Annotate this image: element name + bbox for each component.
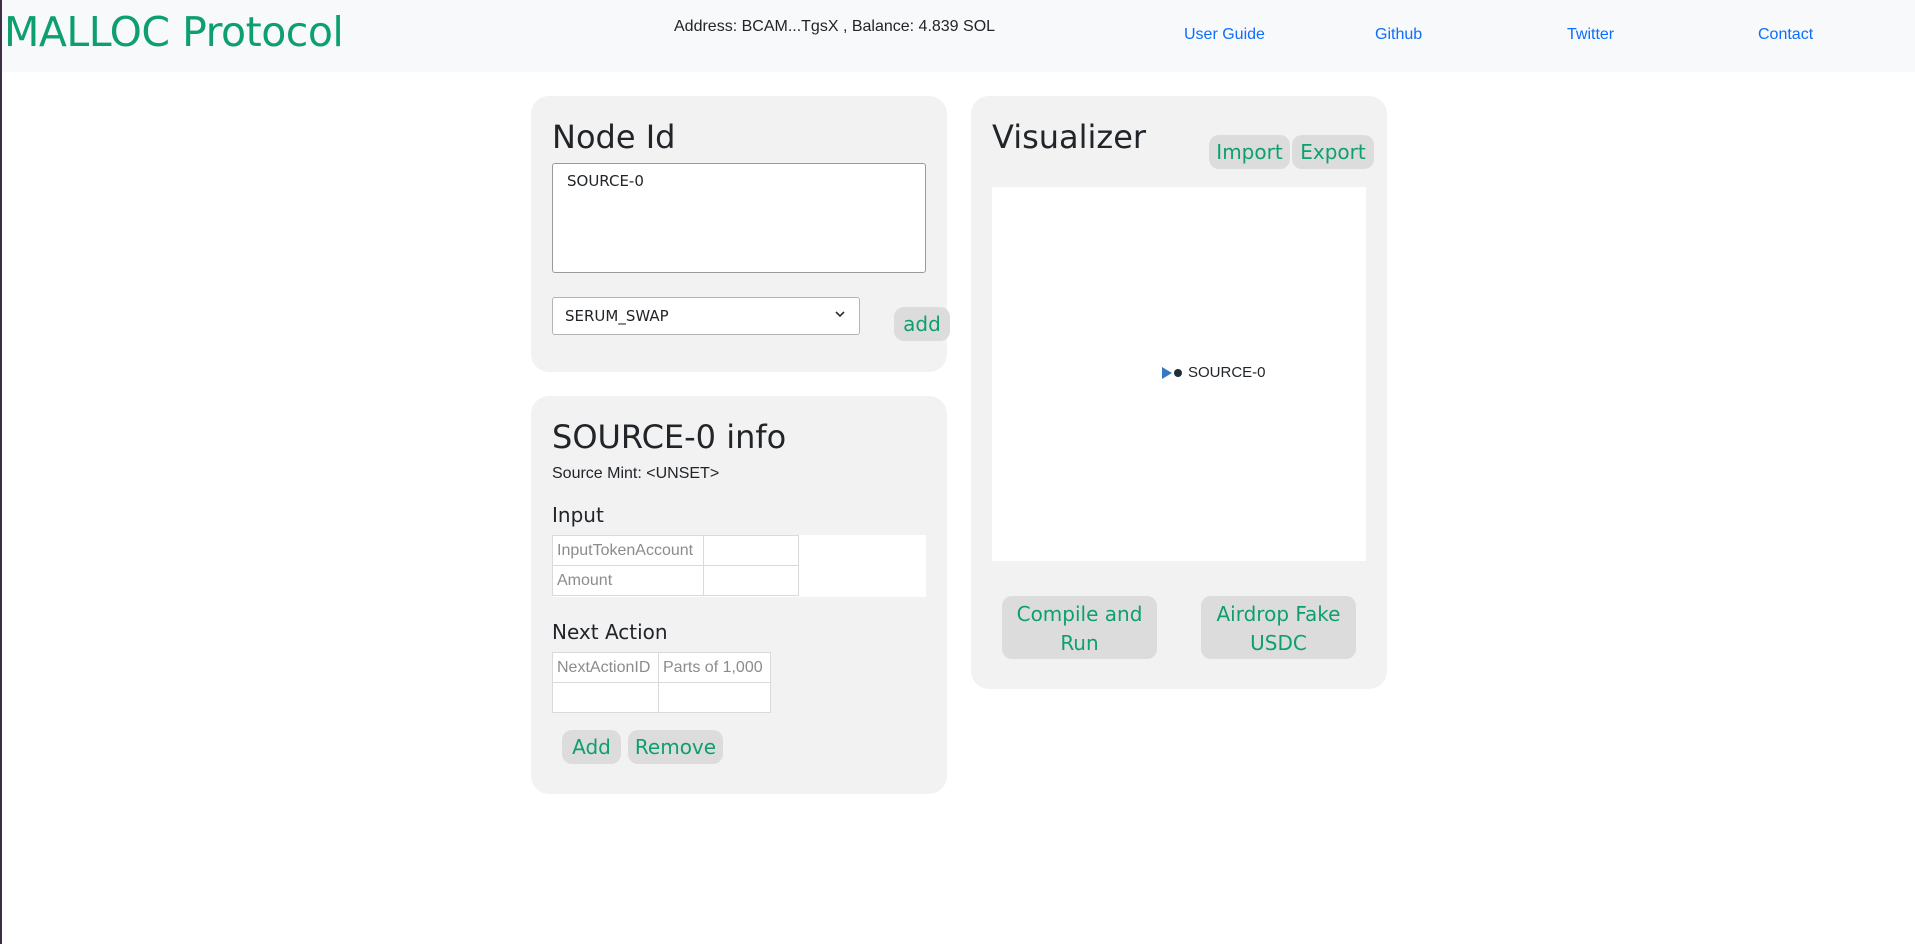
brand-title[interactable]: MALLOC Protocol <box>4 8 344 56</box>
parts-header: Parts of 1,000 <box>658 652 771 683</box>
table-row: NextActionID Parts of 1,000 <box>552 652 771 683</box>
add-node-button[interactable]: add <box>894 307 950 341</box>
compile-label-line-2: Run <box>1060 630 1099 655</box>
compile-label-line-1: Compile and <box>1016 601 1143 626</box>
airdrop-label-line-1: Airdrop Fake <box>1216 601 1341 626</box>
next-action-table: NextActionID Parts of 1,000 <box>552 652 771 713</box>
import-button[interactable]: Import <box>1209 135 1290 169</box>
node-id-input[interactable]: SOURCE-0 <box>552 163 926 273</box>
window-edge <box>0 0 2 944</box>
action-type-value: SERUM_SWAP <box>565 307 669 325</box>
remove-next-action-button[interactable]: Remove <box>628 730 723 764</box>
amount-cell[interactable] <box>703 565 799 596</box>
next-action-id-header: NextActionID <box>552 652 659 683</box>
visualizer-title: Visualizer <box>992 118 1147 156</box>
source-mint-text: Source Mint: <UNSET> <box>552 465 720 482</box>
graph-node-label: SOURCE-0 <box>1188 364 1266 381</box>
nav-user-guide[interactable]: User Guide <box>1184 26 1265 44</box>
nav-github[interactable]: Github <box>1375 26 1422 44</box>
table-row: InputTokenAccount <box>552 535 799 566</box>
airdrop-label-line-2: USDC <box>1250 630 1307 655</box>
node-panel-title: Node Id <box>552 118 676 156</box>
compile-and-run-button[interactable]: Compile and Run <box>1002 596 1157 659</box>
add-next-action-button[interactable]: Add <box>562 730 621 764</box>
input-token-account-cell[interactable] <box>703 535 799 566</box>
parts-cell[interactable] <box>658 682 771 713</box>
graph-node-source-0[interactable]: SOURCE-0 <box>1162 364 1266 381</box>
wallet-info: Address: BCAM...TgsX , Balance: 4.839 SO… <box>674 18 996 35</box>
nav-twitter[interactable]: Twitter <box>1567 26 1614 44</box>
play-arrow-icon <box>1162 366 1172 379</box>
input-table: InputTokenAccount Amount <box>552 535 799 596</box>
export-button[interactable]: Export <box>1292 135 1374 169</box>
action-type-select[interactable]: SERUM_SWAP <box>552 297 860 335</box>
info-panel-title: SOURCE-0 info <box>552 418 787 456</box>
node-dot-icon <box>1174 368 1182 377</box>
airdrop-fake-usdc-button[interactable]: Airdrop Fake USDC <box>1201 596 1356 659</box>
input-heading: Input <box>552 503 604 527</box>
table-row: Amount <box>552 565 799 596</box>
next-action-id-cell[interactable] <box>552 682 659 713</box>
input-row-label: InputTokenAccount <box>552 535 704 566</box>
next-action-heading: Next Action <box>552 620 668 644</box>
table-row <box>552 682 771 713</box>
input-row-label: Amount <box>552 565 704 596</box>
chevron-down-icon <box>835 311 845 318</box>
nav-contact[interactable]: Contact <box>1758 26 1813 44</box>
top-navbar: MALLOC Protocol Address: BCAM...TgsX , B… <box>2 0 1915 72</box>
